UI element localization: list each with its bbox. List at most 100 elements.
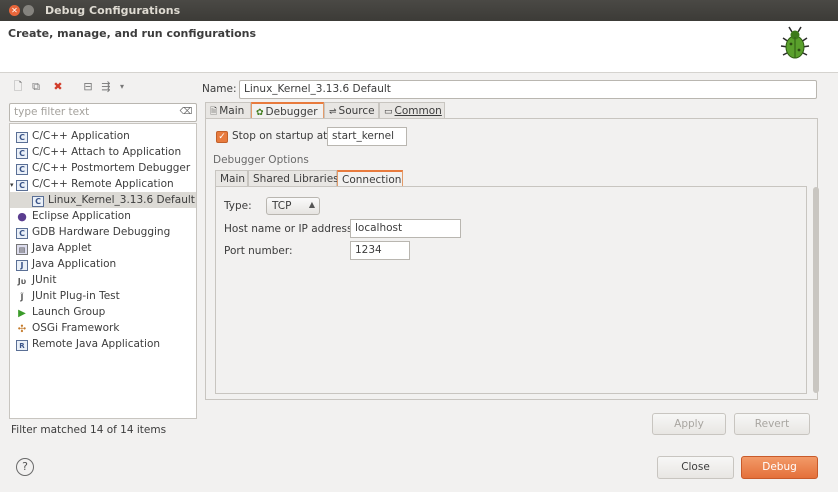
host-label: Host name or IP address: xyxy=(224,223,356,235)
tab-label: Debugger xyxy=(265,106,318,118)
port-field[interactable]: 1234 xyxy=(350,241,410,260)
close-button[interactable]: Close xyxy=(657,456,734,479)
tab-label: Main xyxy=(219,105,245,117)
tree-item-cpp-postmortem[interactable]: C C/C++ Postmortem Debugger xyxy=(16,160,190,176)
tree-item-label: Launch Group xyxy=(32,306,106,318)
tree-item-java-application[interactable]: J Java Application xyxy=(16,256,116,272)
view-menu-icon[interactable]: ▾ xyxy=(115,80,129,94)
tree-item-label: C/C++ Remote Application xyxy=(32,178,174,190)
tab-label: Common xyxy=(394,105,442,117)
port-label: Port number: xyxy=(224,245,293,257)
tree-item-linux-kernel[interactable]: C Linux_Kernel_3.13.6 Default xyxy=(10,192,196,208)
debugger-tab-content: ✓ Stop on startup at: start_kernel Debug… xyxy=(205,118,819,400)
tab-source[interactable]: ⇌ Source xyxy=(324,102,379,119)
c-config-icon: C xyxy=(16,132,28,143)
duplicate-config-icon[interactable]: ⧉ xyxy=(29,80,43,94)
filter-config-icon[interactable]: ⇶ xyxy=(99,80,113,94)
dialog-header: Create, manage, and run configurations xyxy=(0,21,838,73)
tree-item-label: Linux_Kernel_3.13.6 Default xyxy=(48,194,195,206)
tree-item-gdb-hardware[interactable]: C GDB Hardware Debugging xyxy=(16,224,170,240)
stop-on-startup-checkbox[interactable]: ✓ xyxy=(216,131,228,143)
configuration-tree: C C/C++ Application C C/C++ Attach to Appl… xyxy=(9,123,197,419)
tree-item-eclipse-application[interactable]: ● Eclipse Application xyxy=(16,208,131,224)
name-field[interactable]: Linux_Kernel_3.13.6 Default xyxy=(239,80,817,99)
help-icon[interactable]: ? xyxy=(16,458,34,476)
tree-item-label: Remote Java Application xyxy=(32,338,161,350)
tab-debugger[interactable]: ✿ Debugger xyxy=(251,102,324,119)
window-title: Debug Configurations xyxy=(45,4,181,17)
host-field[interactable]: localhost xyxy=(350,219,461,238)
junit-plugin-icon: J̃ xyxy=(20,293,24,302)
bug-icon xyxy=(780,26,810,59)
type-value: TCP xyxy=(272,200,292,212)
debugger-tab-icon: ✿ xyxy=(256,108,264,118)
tree-item-launch-group[interactable]: ▶ Launch Group xyxy=(16,304,105,320)
tab-main[interactable]: 🗎 Main xyxy=(205,102,251,119)
name-label: Name: xyxy=(202,83,237,95)
tree-item-junit-plugin[interactable]: J̃ JUnit Plug-in Test xyxy=(16,288,120,304)
junit-icon: Jυ xyxy=(17,277,27,286)
tree-item-label: GDB Hardware Debugging xyxy=(32,226,171,238)
tab-label: Source xyxy=(338,105,375,117)
remote-java-icon: R xyxy=(16,340,28,351)
c-config-icon: C xyxy=(16,164,28,175)
tree-item-java-applet[interactable]: ▤ Java Applet xyxy=(16,240,92,256)
title-bar: ✕ Debug Configurations xyxy=(0,0,838,21)
tree-item-label: C/C++ Application xyxy=(32,130,130,142)
window-close-icon[interactable]: ✕ xyxy=(9,5,20,16)
filter-placeholder: type filter text xyxy=(14,106,90,118)
type-select[interactable]: TCP ▲ xyxy=(266,197,320,215)
debugger-options-label: Debugger Options xyxy=(213,154,309,166)
eclipse-icon: ● xyxy=(17,210,27,223)
launch-group-icon: ▶ xyxy=(18,308,26,319)
debug-configurations-window: ✕ Debug Configurations Create, manage, a… xyxy=(0,0,838,492)
tab-common[interactable]: ▭ Common xyxy=(379,102,445,119)
filter-input[interactable]: type filter text ⌫ xyxy=(9,103,197,122)
filter-status: Filter matched 14 of 14 items xyxy=(11,424,167,436)
applet-icon: ▤ xyxy=(16,244,28,255)
configuration-editor-pane: Name: Linux_Kernel_3.13.6 Default 🗎 Main … xyxy=(202,77,819,442)
vertical-scrollbar[interactable] xyxy=(813,187,819,393)
delete-config-icon[interactable]: ✖ xyxy=(51,80,65,94)
subtab-connection[interactable]: Connection xyxy=(337,170,403,187)
subtab-shared-libraries[interactable]: Shared Libraries xyxy=(248,170,339,187)
c-config-icon: C xyxy=(32,196,44,207)
tree-item-osgi-framework[interactable]: ✣ OSGi Framework xyxy=(16,320,120,336)
tree-item-label: Java Application xyxy=(32,258,117,270)
tree-item-label: Eclipse Application xyxy=(32,210,131,222)
common-tab-icon: ▭ xyxy=(384,107,393,117)
stop-on-startup-field[interactable]: start_kernel xyxy=(327,127,407,146)
source-tab-icon: ⇌ xyxy=(329,107,337,117)
tree-item-remote-java[interactable]: R Remote Java Application xyxy=(16,336,160,352)
c-config-icon: C xyxy=(16,228,28,239)
connection-panel: Type: TCP ▲ Host name or IP address: loc… xyxy=(215,186,819,394)
clear-filter-icon[interactable]: ⌫ xyxy=(179,106,193,119)
tree-item-cpp-attach[interactable]: C C/C++ Attach to Application xyxy=(16,144,181,160)
spinner-arrows-icon: ▲ xyxy=(308,200,315,209)
tree-item-label: C/C++ Postmortem Debugger xyxy=(32,162,191,174)
tree-item-cpp-remote[interactable]: ▾ C C/C++ Remote Application xyxy=(10,176,174,192)
debug-button[interactable]: Debug xyxy=(741,456,818,479)
header-title: Create, manage, and run configurations xyxy=(8,27,257,40)
tree-item-label: JUnit xyxy=(32,274,57,286)
tree-item-label: OSGi Framework xyxy=(32,322,120,334)
tree-item-label: JUnit Plug-in Test xyxy=(32,290,120,302)
stop-on-startup-label: Stop on startup at: xyxy=(232,130,331,142)
subtab-main[interactable]: Main xyxy=(215,170,248,187)
collapse-all-icon[interactable]: ⊟ xyxy=(81,80,95,94)
tree-item-label: Java Applet xyxy=(32,242,92,254)
java-icon: J xyxy=(16,260,28,271)
apply-button[interactable]: Apply xyxy=(652,413,726,435)
c-config-icon: C xyxy=(16,148,28,159)
new-config-icon[interactable]: 🗋 xyxy=(11,80,25,94)
tree-item-cpp-application[interactable]: C C/C++ Application xyxy=(16,128,130,144)
osgi-icon: ✣ xyxy=(17,324,27,335)
revert-button[interactable]: Revert xyxy=(734,413,810,435)
tree-item-label: C/C++ Attach to Application xyxy=(32,146,182,158)
configuration-list-pane: 🗋 ⧉ ✖ ⊟ ⇶ ▾ type filter text ⌫ C C/C++ Ap… xyxy=(5,77,197,442)
tree-item-junit[interactable]: Jυ JUnit xyxy=(16,272,57,288)
config-toolbar: 🗋 ⧉ ✖ ⊟ ⇶ ▾ xyxy=(5,77,195,99)
window-minimize-icon[interactable] xyxy=(23,5,34,16)
c-config-icon: C xyxy=(16,180,28,191)
main-tab-icon: 🗎 xyxy=(210,107,218,117)
